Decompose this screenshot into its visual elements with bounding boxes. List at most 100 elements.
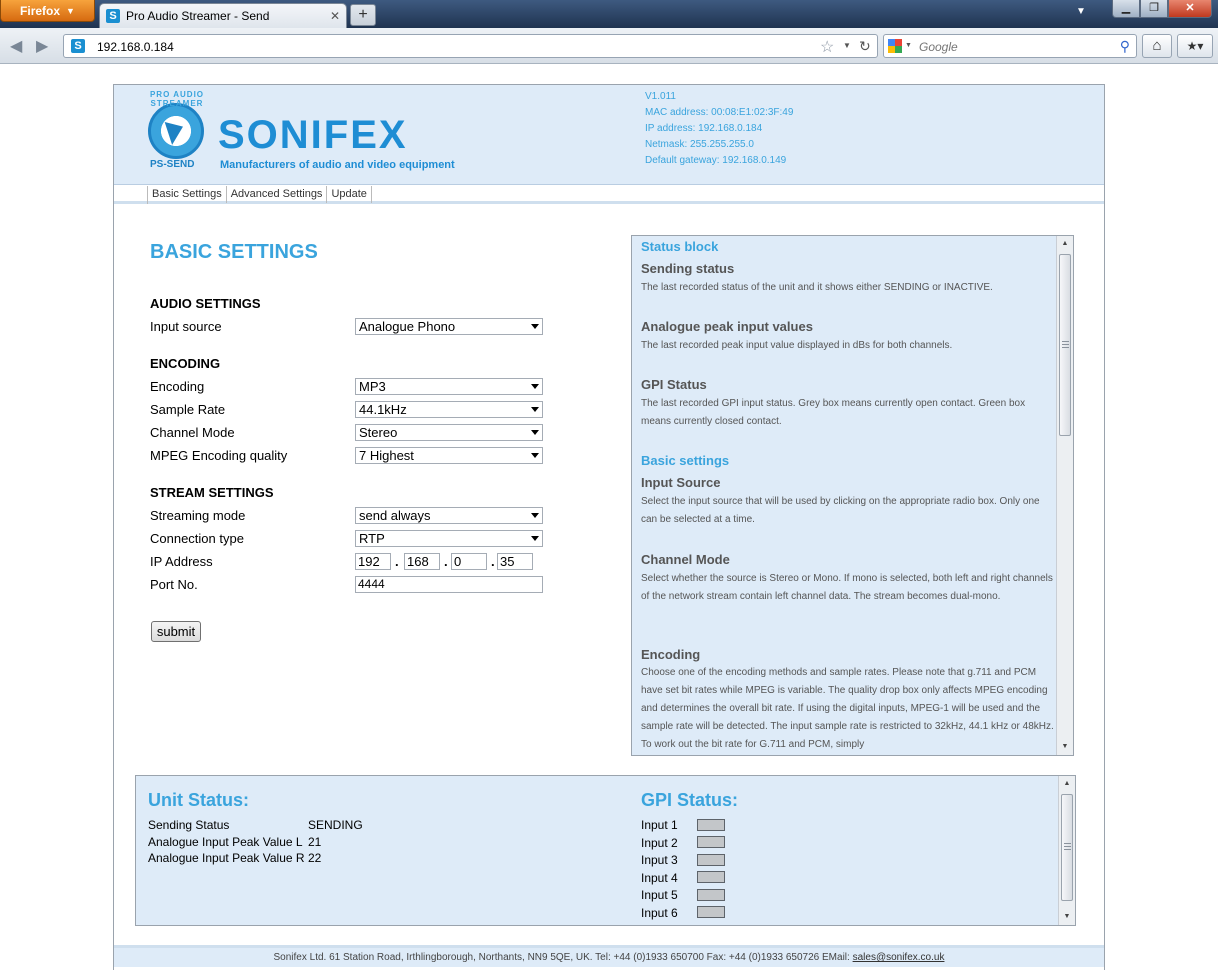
dropdown-arrow-icon <box>531 384 539 389</box>
minimize-icon[interactable]: ▁ <box>1112 0 1140 18</box>
scroll-down-icon[interactable]: ▼ <box>1057 739 1073 755</box>
ip-octet-4-input[interactable]: 35 <box>497 553 533 570</box>
scroll-thumb[interactable] <box>1059 254 1071 436</box>
page-viewport: PRO AUDIO STREAMER PS-SEND SONIFEX Manuf… <box>0 64 1218 970</box>
bookmark-star-icon[interactable]: ☆ <box>820 37 834 57</box>
help-panel[interactable]: Status block Sending status The last rec… <box>631 235 1074 756</box>
netmask: Netmask: 255.255.255.0 <box>645 139 754 150</box>
gpi-input-4-indicator <box>697 871 725 883</box>
scroll-down-icon[interactable]: ▼ <box>1059 909 1075 925</box>
url-text[interactable]: 192.168.0.184 <box>97 40 174 54</box>
gpi-status-text: The last recorded GPI input status. Grey… <box>641 398 1026 427</box>
home-icon[interactable]: ⌂ <box>1142 34 1172 58</box>
scroll-up-icon[interactable]: ▲ <box>1059 776 1075 792</box>
sending-status-heading: Sending status <box>641 261 735 276</box>
address-bar[interactable]: S 192.168.0.184 ☆ ▼ ↻ <box>63 34 878 58</box>
channel-mode-heading: Channel Mode <box>641 552 730 567</box>
reload-icon[interactable]: ↻ <box>859 38 871 55</box>
footer-address: Sonifex Ltd. 61 Station Road, Irthlingbo… <box>273 952 850 963</box>
google-engine-icon[interactable] <box>888 39 902 53</box>
logo-arrow-icon <box>164 117 188 145</box>
ip-octet-1-input[interactable]: 192 <box>355 553 391 570</box>
streaming-mode-value: send always <box>359 508 431 523</box>
connection-type-select[interactable]: RTP <box>355 530 543 547</box>
page-footer: Sonifex Ltd. 61 Station Road, Irthlingbo… <box>114 945 1104 967</box>
tab-title: Pro Audio Streamer - Send <box>126 9 270 23</box>
input-source-label: Input source <box>150 319 222 334</box>
input-source-value: Analogue Phono <box>359 319 456 334</box>
forward-icon[interactable]: ▶ <box>36 36 48 56</box>
dropdown-arrow-icon <box>531 536 539 541</box>
menu-update[interactable]: Update <box>327 186 372 203</box>
search-placeholder[interactable]: Google <box>919 40 958 54</box>
mpeg-quality-select[interactable]: 7 Highest <box>355 447 543 464</box>
ip-dot-separator: . <box>491 554 495 569</box>
gpi-status-heading: GPI Status <box>641 377 707 392</box>
scroll-thumb[interactable] <box>1061 794 1073 901</box>
submit-button[interactable]: submit <box>151 621 201 642</box>
back-icon[interactable]: ◀ <box>10 36 22 56</box>
streaming-mode-select[interactable]: send always <box>355 507 543 524</box>
close-window-icon[interactable]: ✕ <box>1168 0 1212 18</box>
list-all-tabs-icon[interactable]: ▼ <box>1076 6 1086 17</box>
help-scrollbar[interactable]: ▲ ▼ <box>1056 236 1073 755</box>
peak-r-value: 22 <box>308 851 322 865</box>
connection-type-value: RTP <box>359 531 385 546</box>
channel-mode-label: Channel Mode <box>150 425 235 440</box>
encoding-select[interactable]: MP3 <box>355 378 543 395</box>
engine-dropdown-icon[interactable]: ▼ <box>905 42 912 49</box>
gpi-input-6-label: Input 6 <box>641 906 678 920</box>
ip-octet-3-input[interactable]: 0 <box>451 553 487 570</box>
dropdown-arrow-icon <box>531 324 539 329</box>
main-menu: Basic Settings Advanced Settings Update <box>147 186 372 204</box>
gpi-input-5-indicator <box>697 889 725 901</box>
mpeg-quality-value: 7 Highest <box>359 448 414 463</box>
firefox-menu-button[interactable]: Firefox ▼ <box>0 0 95 22</box>
menu-advanced-settings[interactable]: Advanced Settings <box>227 186 328 203</box>
gpi-input-1-label: Input 1 <box>641 818 678 832</box>
peak-values-text: The last recorded peak input value displ… <box>641 340 953 351</box>
browser-tab[interactable]: S Pro Audio Streamer - Send ✕ <box>99 3 347 28</box>
dropdown-arrow-icon <box>531 430 539 435</box>
basic-settings-heading: Basic settings <box>641 453 730 468</box>
window-controls: ▁ ❐ ✕ <box>1112 0 1212 18</box>
encoding-value: MP3 <box>359 379 386 394</box>
sample-rate-label: Sample Rate <box>150 402 226 417</box>
browser-titlebar: Firefox ▼ S Pro Audio Streamer - Send ✕ … <box>0 0 1218 28</box>
dropdown-arrow-icon <box>531 407 539 412</box>
sending-status-text: The last recorded status of the unit and… <box>641 282 993 293</box>
search-bar[interactable]: ▼ Google ⚲ <box>883 34 1137 58</box>
default-gateway: Default gateway: 192.168.0.149 <box>645 155 787 166</box>
history-dropdown-icon[interactable]: ▼ <box>843 41 851 50</box>
gpi-status-title: GPI Status: <box>641 790 739 810</box>
sample-rate-select[interactable]: 44.1kHz <box>355 401 543 418</box>
input-source-text: Select the input source that will be use… <box>641 496 1040 525</box>
menu-basic-settings[interactable]: Basic Settings <box>148 186 227 203</box>
firmware-version: V1.011 <box>645 91 676 102</box>
footer-email-link[interactable]: sales@sonifex.co.uk <box>853 952 945 963</box>
close-tab-icon[interactable]: ✕ <box>330 9 340 23</box>
port-input[interactable]: 4444 <box>355 576 543 593</box>
site-favicon-icon: S <box>106 9 120 23</box>
live-status-panel: Unit Status: Sending Status SENDING Anal… <box>135 775 1076 926</box>
ip-address: IP address: 192.168.0.184 <box>645 123 763 134</box>
status-block-heading: Status block <box>641 239 719 254</box>
status-scrollbar[interactable]: ▲ ▼ <box>1058 776 1075 925</box>
search-icon[interactable]: ⚲ <box>1120 38 1130 55</box>
dropdown-arrow-icon <box>531 453 539 458</box>
sending-status-value: SENDING <box>308 818 363 832</box>
sonifex-logo: SONIFEX <box>218 113 408 157</box>
bookmarks-menu-icon[interactable]: ★▾ <box>1177 34 1213 58</box>
streaming-mode-label: Streaming mode <box>150 508 246 523</box>
restore-icon[interactable]: ❐ <box>1140 0 1168 18</box>
encoding-text: Choose one of the encoding methods and s… <box>641 667 1054 750</box>
ip-dot-separator: . <box>395 554 399 569</box>
ip-address-label: IP Address <box>150 554 213 569</box>
ip-octet-2-input[interactable]: 168 <box>404 553 440 570</box>
scroll-up-icon[interactable]: ▲ <box>1057 236 1073 252</box>
unit-info: V1.011 MAC address: 00:08:E1:02:3F:49 IP… <box>645 89 793 169</box>
channel-mode-select[interactable]: Stereo <box>355 424 543 441</box>
new-tab-button[interactable]: + <box>350 4 376 26</box>
input-source-select[interactable]: Analogue Phono <box>355 318 543 335</box>
mpeg-quality-label: MPEG Encoding quality <box>150 448 288 463</box>
